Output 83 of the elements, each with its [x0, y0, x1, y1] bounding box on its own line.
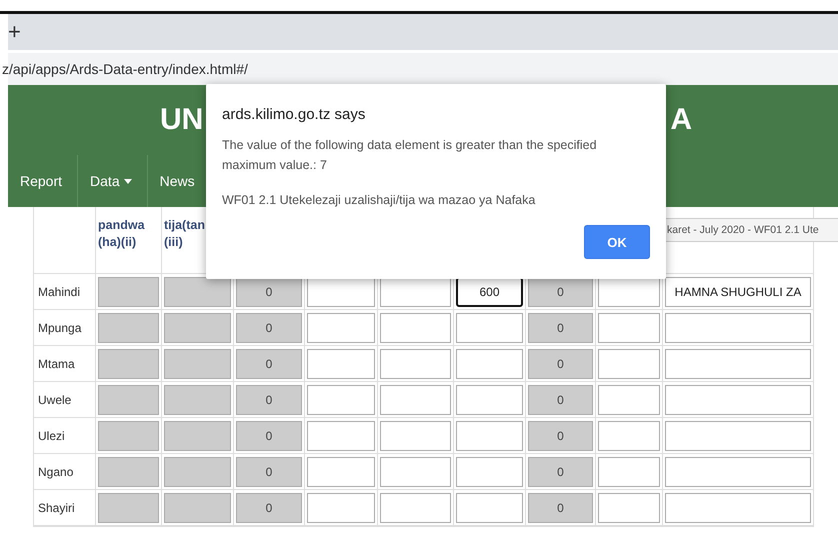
nav-link[interactable]: Report: [8, 155, 78, 207]
input-field[interactable]: [380, 384, 451, 414]
dialog-title: ards.kilimo.go.tz says: [222, 106, 366, 123]
url-text: z/api/apps/Ards-Data-entry/index.html#/: [2, 61, 248, 77]
disabled-field: [98, 276, 159, 306]
row-label: Shayiri: [37, 500, 75, 514]
input-field[interactable]: [380, 348, 451, 378]
input-field[interactable]: [598, 384, 660, 414]
disabled-field: [164, 492, 231, 522]
disabled-field: [164, 456, 231, 486]
input-field[interactable]: [665, 420, 811, 450]
nav-link[interactable]: Data: [78, 155, 148, 207]
input-field[interactable]: [307, 348, 375, 378]
disabled-field: [98, 420, 159, 450]
input-field[interactable]: [307, 420, 375, 450]
disabled-field: [98, 492, 159, 522]
dialog-detail: WF01 2.1 Utekelezaji uzalishaji/tija wa mazao ya Nafaka: [222, 193, 536, 207]
input-field[interactable]: [307, 492, 375, 522]
input-field[interactable]: 600: [456, 276, 523, 306]
input-field[interactable]: [665, 348, 811, 378]
input-field[interactable]: [307, 312, 375, 342]
disabled-field: 0: [236, 348, 302, 378]
disabled-field: 0: [528, 492, 593, 522]
disabled-field: 0: [236, 312, 302, 342]
input-field[interactable]: [456, 492, 523, 522]
input-field[interactable]: [380, 456, 451, 486]
disabled-field: 0: [236, 384, 302, 414]
input-field[interactable]: [598, 276, 660, 306]
input-field[interactable]: [598, 312, 660, 342]
disabled-field: [164, 312, 231, 342]
row-label: Mpunga: [37, 320, 82, 334]
input-field[interactable]: [598, 492, 660, 522]
row-label: Uwele: [37, 392, 72, 406]
input-field[interactable]: [456, 348, 523, 378]
disabled-field: [164, 348, 231, 378]
input-field[interactable]: [456, 384, 523, 414]
input-field[interactable]: [598, 420, 660, 450]
tooltip: karet - July 2020 - WF01 2.1 Ute: [664, 218, 838, 242]
disabled-field: 0: [528, 456, 593, 486]
input-field[interactable]: [307, 456, 375, 486]
input-field[interactable]: [598, 456, 660, 486]
input-field[interactable]: [380, 312, 451, 342]
input-field[interactable]: [665, 456, 811, 486]
row-label: Ulezi: [37, 428, 65, 442]
disabled-field: 0: [528, 384, 593, 414]
input-field[interactable]: [307, 276, 375, 306]
input-field[interactable]: [665, 312, 811, 342]
input-field[interactable]: [665, 384, 811, 414]
disabled-field: 0: [528, 312, 593, 342]
input-field[interactable]: [456, 420, 523, 450]
input-field[interactable]: [380, 420, 451, 450]
row-label: Mahindi: [37, 284, 80, 298]
column-header: pandwa (ha)(ii): [98, 217, 145, 251]
site-title: UN: [160, 103, 204, 137]
disabled-field: 0: [236, 492, 302, 522]
input-field[interactable]: [380, 276, 451, 306]
disabled-field: 0: [236, 276, 302, 306]
disabled-field: [98, 312, 159, 342]
input-field[interactable]: [598, 348, 660, 378]
row-label: Ngano: [37, 464, 74, 478]
disabled-field: 0: [528, 276, 593, 306]
disabled-field: [98, 384, 159, 414]
disabled-field: 0: [236, 420, 302, 450]
disabled-field: 0: [528, 420, 593, 450]
disabled-field: 0: [528, 348, 593, 378]
disabled-field: [98, 348, 159, 378]
disabled-field: [164, 384, 231, 414]
input-field[interactable]: HAMNA SHUGHULI ZA: [665, 276, 811, 306]
input-field[interactable]: [307, 384, 375, 414]
disabled-field: [98, 456, 159, 486]
disabled-field: 0: [236, 456, 302, 486]
disabled-field: [164, 276, 231, 306]
column-header: tija(tan (iii): [164, 217, 205, 251]
input-field[interactable]: [665, 492, 811, 522]
row-label: Mtama: [37, 356, 75, 370]
new-tab-button[interactable]: +: [0, 21, 21, 43]
dialog-message: The value of the following data element is greater than the specified maximum value.: 7: [222, 137, 598, 174]
ok-button[interactable]: OK: [584, 225, 650, 259]
input-field[interactable]: [380, 492, 451, 522]
input-field[interactable]: [456, 456, 523, 486]
disabled-field: [164, 420, 231, 450]
site-title: A: [670, 103, 692, 137]
input-field[interactable]: [456, 312, 523, 342]
